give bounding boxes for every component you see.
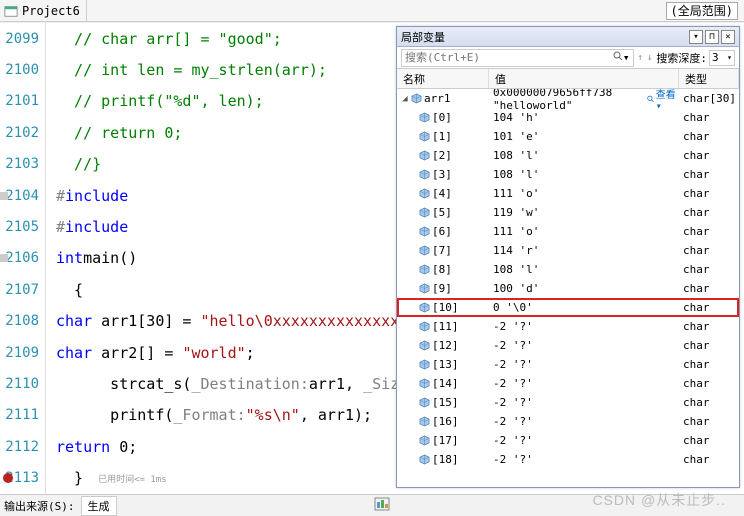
table-row[interactable]: [18]-2 '?'char xyxy=(397,450,739,469)
tool-icon[interactable] xyxy=(374,497,390,514)
search-icon[interactable]: ▾ xyxy=(613,51,630,64)
table-row[interactable]: [0]104 'h'char xyxy=(397,108,739,127)
watermark: CSDN @从未止步.. xyxy=(592,490,726,510)
table-row[interactable]: [3]108 'l'char xyxy=(397,165,739,184)
table-row[interactable]: [16]-2 '?'char xyxy=(397,412,739,431)
scope-label: (全局范围) xyxy=(671,2,733,19)
locals-header[interactable]: 局部变量 ▾ ⊓ ✕ xyxy=(397,27,739,47)
dropdown-icon[interactable]: ▾ xyxy=(689,30,703,44)
nav-up-icon[interactable]: ↑ xyxy=(638,53,643,63)
depth-label: 搜索深度: xyxy=(656,50,707,66)
depth-dropdown[interactable]: 3▾ xyxy=(709,50,735,66)
locals-columns: 名称 值 类型 xyxy=(397,69,739,89)
table-row[interactable]: [12]-2 '?'char xyxy=(397,336,739,355)
table-row[interactable]: [9]100 'd'char xyxy=(397,279,739,298)
table-row[interactable]: [15]-2 '?'char xyxy=(397,393,739,412)
col-value[interactable]: 值 xyxy=(489,69,679,88)
table-row[interactable]: [8]108 'l'char xyxy=(397,260,739,279)
project-name: Project6 xyxy=(22,4,80,18)
table-row[interactable]: [5]119 'w'char xyxy=(397,203,739,222)
search-input[interactable] xyxy=(405,51,585,64)
table-row[interactable]: [10]0 '\0'char xyxy=(397,298,739,317)
table-row[interactable]: [14]-2 '?'char xyxy=(397,374,739,393)
top-bar: Project6 (全局范围) xyxy=(0,0,744,22)
close-icon[interactable]: ✕ xyxy=(721,30,735,44)
table-row[interactable]: [2]108 'l'char xyxy=(397,146,739,165)
table-row[interactable]: [17]-2 '?'char xyxy=(397,431,739,450)
table-row[interactable]: [6]111 'o'char xyxy=(397,222,739,241)
locals-rows[interactable]: ◢arr10x00000079656ff738 "helloworld"查看 ▾… xyxy=(397,89,739,487)
table-row[interactable]: [1]101 'e'char xyxy=(397,127,739,146)
locals-title: 局部变量 xyxy=(401,29,445,45)
output-source[interactable]: 生成 xyxy=(81,496,117,516)
locals-panel: 局部变量 ▾ ⊓ ✕ ▾ ↑ ↓ 搜索深度: 3▾ 名称 值 类型 ◢arr10… xyxy=(396,26,740,488)
depth-value: 3 xyxy=(712,51,719,64)
table-row[interactable]: [13]-2 '?'char xyxy=(397,355,739,374)
col-name[interactable]: 名称 xyxy=(397,69,489,88)
project-tab[interactable]: Project6 xyxy=(0,0,87,21)
scope-dropdown[interactable]: (全局范围) xyxy=(666,2,738,20)
col-type[interactable]: 类型 xyxy=(679,69,739,88)
nav-down-icon[interactable]: ↓ xyxy=(647,53,652,63)
output-label: 输出来源(S): xyxy=(4,498,75,514)
table-row[interactable]: [7]114 'r'char xyxy=(397,241,739,260)
search-field[interactable]: ▾ xyxy=(401,49,634,67)
table-row[interactable]: [11]-2 '?'char xyxy=(397,317,739,336)
locals-toolbar: ▾ ↑ ↓ 搜索深度: 3▾ xyxy=(397,47,739,69)
pin-icon[interactable]: ⊓ xyxy=(705,30,719,44)
table-row[interactable]: [4]111 'o'char xyxy=(397,184,739,203)
